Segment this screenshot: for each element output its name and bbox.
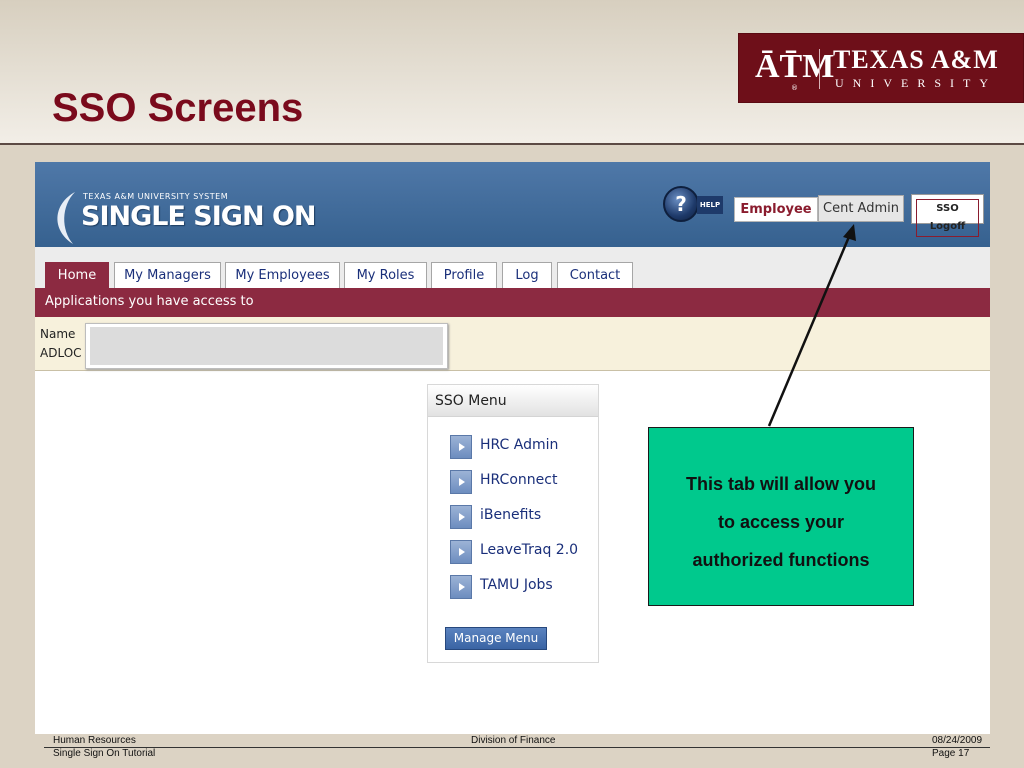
sso-logoff-label: SSO Logoff — [916, 199, 979, 237]
logo-divider — [819, 49, 820, 89]
tamu-logo: ĀT̄M ® TEXAS A&M UNIVERSITY — [738, 33, 1024, 103]
user-info-panel: Name ADLOC — [35, 317, 990, 371]
menu-item-ibenefits[interactable]: iBenefits — [450, 505, 590, 529]
sso-menu-header: SSO Menu — [428, 385, 598, 417]
cent-admin-tab[interactable]: Cent Admin — [818, 195, 904, 222]
slide-title: SSO Screens — [52, 86, 304, 130]
tab-contact[interactable]: Contact — [557, 262, 633, 289]
redacted-user-info — [85, 323, 448, 369]
system-label: TEXAS A&M UNIVERSITY SYSTEM — [83, 192, 229, 201]
menu-item-label: HRConnect — [480, 472, 558, 488]
sso-banner: TEXAS A&M UNIVERSITY SYSTEM SINGLE SIGN … — [35, 162, 990, 247]
tab-my-roles[interactable]: My Roles — [344, 262, 427, 289]
footer-divider — [44, 747, 990, 748]
play-arrow-icon — [450, 540, 472, 564]
callout-box: This tab will allow you to access your a… — [648, 427, 914, 606]
footer-page: Page 17 — [932, 748, 970, 759]
redaction-overlay — [90, 327, 443, 365]
sso-menu-title: SSO Menu — [435, 393, 507, 409]
name-label: Name — [40, 327, 76, 341]
sso-title: SINGLE SIGN ON — [81, 201, 316, 232]
tamu-atm-mark: ĀT̄M ® — [753, 48, 834, 92]
help-button[interactable]: ? HELP — [663, 186, 725, 224]
sso-logoff-button[interactable]: SSO Logoff — [911, 194, 984, 237]
footer-date: 08/24/2009 — [932, 735, 983, 746]
logo-subtitle: UNIVERSITY — [835, 76, 997, 90]
nav-bar: Home My Managers My Employees My Roles P… — [35, 247, 990, 289]
footer-department: Human Resources — [53, 735, 136, 746]
tab-my-employees[interactable]: My Employees — [225, 262, 340, 289]
help-icon: ? — [663, 186, 699, 222]
callout-line: to access your — [717, 512, 845, 532]
menu-item-hrc-admin[interactable]: HRC Admin — [450, 435, 590, 459]
callout-text: This tab will allow you to access your a… — [659, 465, 903, 579]
tamu-mark-glyph: ĀT̄M — [755, 48, 835, 85]
play-arrow-icon — [450, 470, 472, 494]
applications-bar: Applications you have access to — [35, 288, 990, 317]
play-arrow-icon — [450, 435, 472, 459]
employee-tab[interactable]: Employee — [734, 197, 818, 222]
header-divider — [0, 143, 1024, 145]
logo-name: TEXAS A&M — [833, 45, 999, 74]
tab-home[interactable]: Home — [45, 262, 109, 289]
tab-my-managers[interactable]: My Managers — [114, 262, 221, 289]
menu-item-label: TAMU Jobs — [480, 577, 553, 593]
menu-item-label: LeaveTraq 2.0 — [480, 542, 579, 558]
menu-item-leavetraq[interactable]: LeaveTraq 2.0 — [450, 540, 590, 564]
menu-item-label: HRC Admin — [480, 437, 559, 453]
adloc-label: ADLOC — [40, 346, 82, 360]
manage-menu-button[interactable]: Manage Menu — [445, 627, 547, 650]
help-label: HELP — [697, 196, 723, 214]
tab-profile[interactable]: Profile — [431, 262, 497, 289]
play-arrow-icon — [450, 505, 472, 529]
callout-line: authorized functions — [692, 550, 870, 570]
callout-line: This tab will allow you — [685, 474, 877, 494]
menu-item-tamu-jobs[interactable]: TAMU Jobs — [450, 575, 590, 599]
registered-mark: ® — [791, 84, 798, 92]
applications-bar-text: Applications you have access to — [45, 294, 254, 309]
menu-item-hrconnect[interactable]: HRConnect — [450, 470, 590, 494]
footer-division: Division of Finance — [471, 735, 556, 746]
menu-item-label: iBenefits — [480, 507, 542, 523]
tab-log[interactable]: Log — [502, 262, 552, 289]
play-arrow-icon — [450, 575, 472, 599]
sso-menu-panel: SSO Menu HRC Admin HRConnect iBenefits L… — [427, 384, 599, 663]
help-glyph: ? — [675, 192, 687, 216]
footer-tutorial: Single Sign On Tutorial — [53, 748, 156, 759]
